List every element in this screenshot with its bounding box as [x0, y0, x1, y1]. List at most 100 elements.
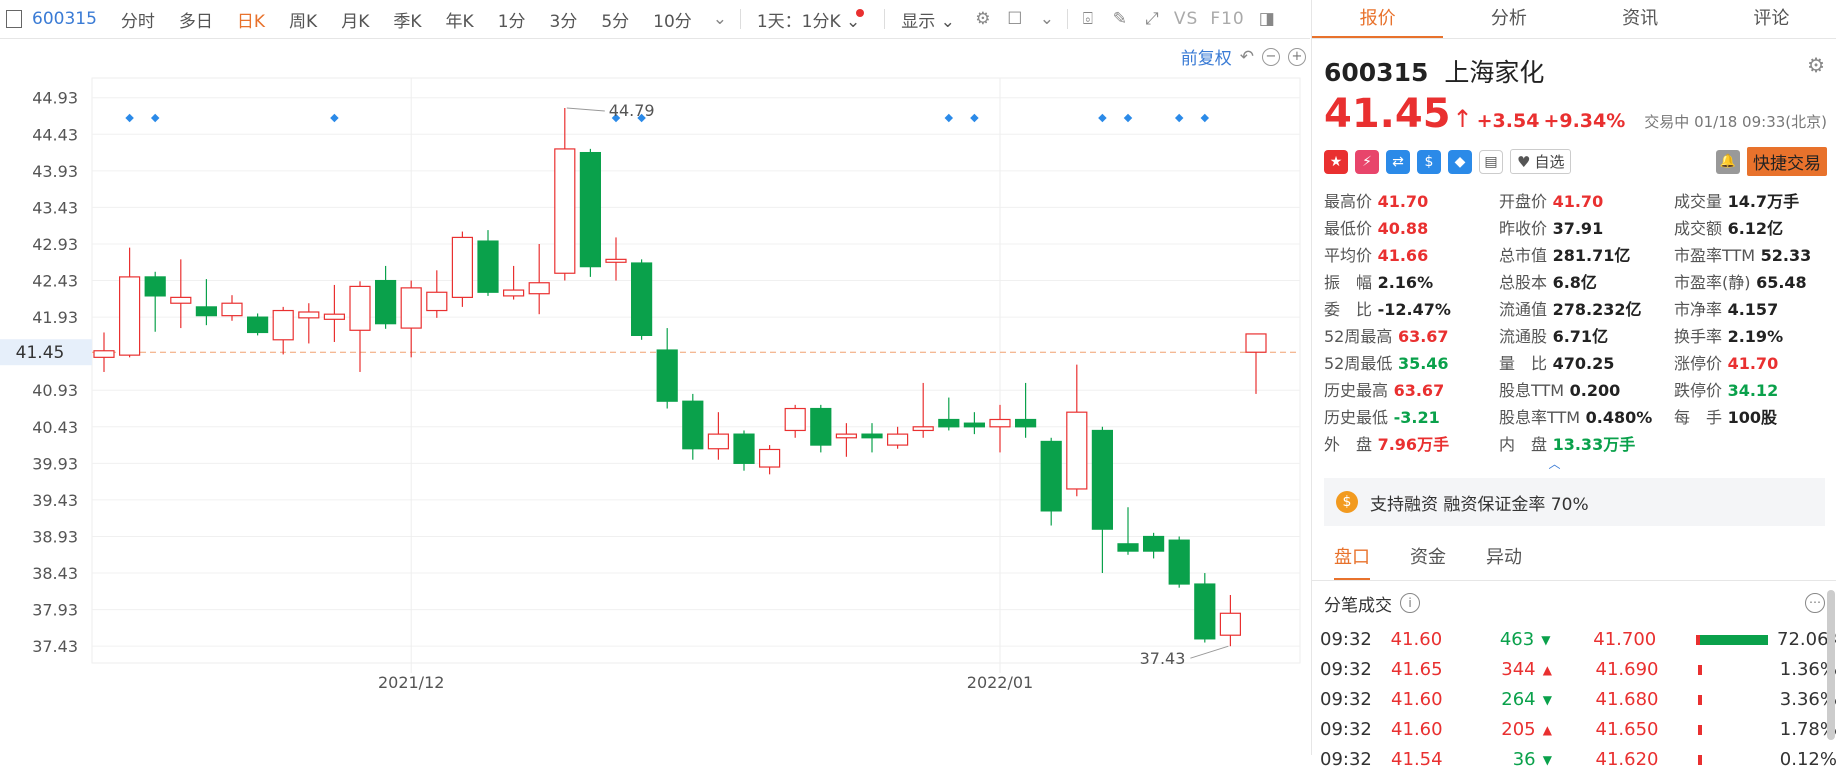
- quote-value: 63.67: [1388, 381, 1445, 400]
- shuffle-icon[interactable]: ⇄: [1386, 149, 1410, 174]
- tick-header: 分笔成交 i ⋯: [1312, 581, 1836, 625]
- tab-minute[interactable]: 分时: [109, 7, 167, 32]
- candle-body: [605, 258, 627, 263]
- trade-volume: 205: [1501, 719, 1536, 740]
- quote-key: 历史最低: [1324, 408, 1389, 427]
- running-icon[interactable]: ⚡: [1355, 149, 1379, 174]
- tab-3min[interactable]: 3分: [538, 7, 590, 32]
- tab-analysis[interactable]: 分析: [1443, 0, 1574, 38]
- current-price: 41.45: [1324, 91, 1451, 137]
- tab-orderbook[interactable]: 盘口: [1334, 540, 1370, 580]
- note-icon[interactable]: ▤: [1479, 149, 1503, 174]
- tab-news[interactable]: 资讯: [1575, 0, 1706, 38]
- quote-key: 历史最高: [1324, 381, 1389, 400]
- quote-key: 股息TTM: [1499, 381, 1565, 400]
- gear-icon[interactable]: ⚙: [973, 9, 993, 29]
- gear-icon[interactable]: ⚙: [1807, 53, 1825, 77]
- quote-value: 41.66: [1372, 246, 1429, 265]
- tab-weekly-k[interactable]: 周K: [277, 7, 329, 32]
- quote-key: 52周最高: [1324, 327, 1393, 346]
- quote-item: 开盘价 41.70: [1499, 188, 1674, 215]
- quote-item: 历史最高 63.67: [1324, 377, 1499, 404]
- undo-icon[interactable]: ↶: [1240, 47, 1254, 67]
- quote-value: 7.96万手: [1372, 435, 1450, 454]
- fullscreen-icon[interactable]: ⤢: [1142, 9, 1162, 29]
- quote-item: 市盈率TTM 52.33: [1674, 242, 1834, 269]
- quote-item: 市盈率(静) 65.48: [1674, 269, 1834, 296]
- quote-item: 最低价 40.88: [1324, 215, 1499, 242]
- tag-icon[interactable]: ◆: [1448, 149, 1472, 174]
- candle-body: [1245, 333, 1267, 353]
- bell-icon[interactable]: 🔔: [1716, 149, 1740, 174]
- tab-anomaly[interactable]: 异动: [1486, 540, 1522, 580]
- zoom-out-icon[interactable]: −: [1262, 47, 1280, 66]
- quote-value: 41.70: [1547, 192, 1604, 211]
- quick-trade-button[interactable]: 快捷交易: [1747, 147, 1827, 176]
- collapse-caret-icon[interactable]: ︿: [1272, 458, 1836, 470]
- trade-volume: 264: [1501, 689, 1536, 710]
- camera-icon[interactable]: ⌻: [1078, 9, 1098, 29]
- candle-body: [810, 407, 832, 446]
- event-marker: [1098, 113, 1107, 123]
- tab-monthly-k[interactable]: 月K: [329, 7, 381, 32]
- zoom-in-icon[interactable]: +: [1288, 47, 1306, 66]
- sidebar-toggle-icon[interactable]: [6, 10, 22, 28]
- candle-body: [579, 151, 602, 268]
- tab-capital[interactable]: 资金: [1410, 540, 1446, 580]
- trade-row: 09:32 41.54 36 ▼ 41.620 0.12%: [1320, 745, 1836, 775]
- candle-body: [733, 433, 755, 464]
- y-tick-label-left: 44.93: [32, 89, 78, 108]
- trade-time: 09:32: [1320, 749, 1372, 770]
- quote-value: 278.232亿: [1547, 300, 1642, 319]
- price-level: 41.700: [1593, 629, 1657, 650]
- display-label: 显示: [901, 11, 936, 32]
- tab-quarterly-k[interactable]: 季K: [381, 7, 433, 32]
- f10-button[interactable]: F10: [1204, 9, 1250, 29]
- scrollbar[interactable]: [1827, 590, 1835, 740]
- candle-body: [682, 400, 704, 450]
- chevron-down-icon[interactable]: ⌄: [1037, 9, 1057, 29]
- tab-5min[interactable]: 5分: [589, 7, 641, 32]
- quote-item: 内 盘 13.33万手: [1499, 431, 1674, 458]
- candle-body: [118, 276, 141, 356]
- chevron-down-icon[interactable]: ⌄: [710, 9, 730, 29]
- add-watchlist-button[interactable]: ♥ 自选: [1510, 149, 1572, 174]
- volume-share-bar: [1698, 665, 1779, 675]
- candle-body: [1117, 543, 1139, 552]
- more-icon[interactable]: ⋯: [1805, 593, 1825, 613]
- candle-body: [1142, 535, 1165, 552]
- quote-grid: 最高价 41.70 开盘价 41.70 成交量 14.7万手 最低价 40.88 昨收价…: [1324, 188, 1836, 458]
- quote-key: 跌停价: [1674, 381, 1723, 400]
- y-tick-label-left: 42.43: [32, 272, 78, 291]
- chevron-down-icon: ⌄: [940, 11, 955, 32]
- price-level: 41.650: [1595, 719, 1659, 740]
- panel-toggle-icon[interactable]: ◨: [1257, 9, 1277, 29]
- tab-yearly-k[interactable]: 年K: [434, 7, 486, 32]
- trade-time: 09:32: [1320, 689, 1372, 710]
- sub-tabs: 盘口 资金 异动: [1312, 540, 1836, 581]
- square-icon[interactable]: ☐: [1005, 9, 1025, 29]
- tab-10min[interactable]: 10分: [641, 7, 704, 32]
- china-flag-icon[interactable]: ★: [1324, 149, 1348, 174]
- quote-item: 换手率 2.19%: [1674, 323, 1834, 350]
- period-select[interactable]: 1天：1分K ⌄: [745, 7, 880, 32]
- tab-daily-k[interactable]: 日K: [225, 7, 277, 32]
- kline-chart[interactable]: 前复权 ↶ − + 44.9344.9344.4344.4343.9343.93…: [0, 38, 1358, 755]
- dollar-icon[interactable]: $: [1417, 149, 1441, 174]
- tab-multiday[interactable]: 多日: [167, 7, 225, 32]
- quote-item: 52周最低 35.46: [1324, 350, 1499, 377]
- adjust-mode-button[interactable]: 前复权: [1181, 44, 1232, 69]
- tab-quote[interactable]: 报价: [1312, 0, 1444, 38]
- trade-price: 41.54: [1391, 749, 1443, 770]
- trade-row: 09:32 41.65 344 ▲ 41.690 1.36%: [1320, 655, 1836, 685]
- info-icon[interactable]: i: [1400, 593, 1420, 613]
- divider: [884, 9, 886, 29]
- tab-1min[interactable]: 1分: [486, 7, 538, 32]
- quote-key: 昨收价: [1499, 219, 1548, 238]
- tab-comments[interactable]: 评论: [1706, 0, 1836, 38]
- y-tick-label-left: 39.93: [32, 454, 78, 473]
- quote-value: 2.16%: [1372, 273, 1434, 292]
- display-select[interactable]: 显示 ⌄: [889, 7, 967, 32]
- pencil-icon[interactable]: ✎: [1110, 9, 1130, 29]
- vs-button[interactable]: VS: [1168, 9, 1204, 29]
